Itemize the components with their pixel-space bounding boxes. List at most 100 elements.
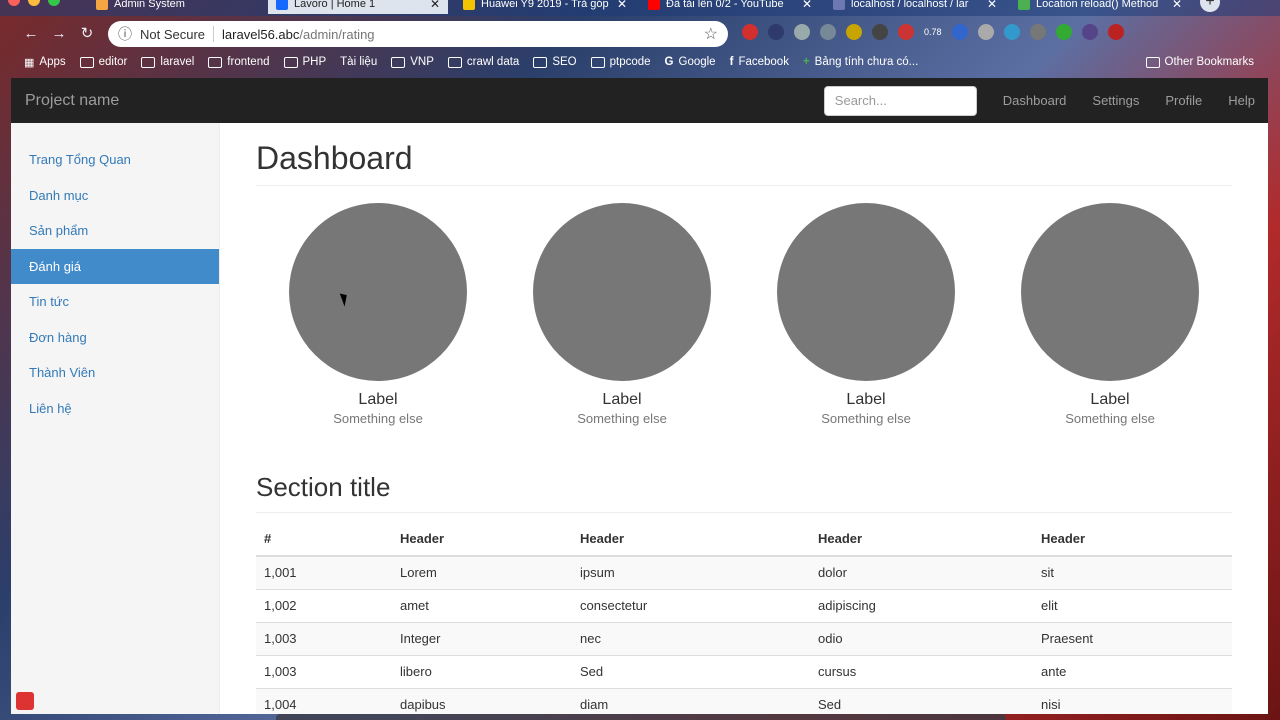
tab-title: Lavoro | Home 1 — [294, 0, 376, 10]
placeholder-card: Label Something else — [744, 203, 988, 426]
bookmark-label: frontend — [227, 56, 270, 68]
table-cell: 1,004 — [256, 687, 392, 714]
table-cell: Praesent — [1033, 621, 1232, 655]
search-input[interactable] — [823, 85, 977, 116]
sidebar-item-members[interactable]: Thành Viên — [11, 355, 219, 391]
nav-link-profile[interactable]: Profile — [1152, 78, 1215, 123]
bookmark-label: SEO — [552, 56, 577, 68]
tab-title: Huawei Y9 2019 - Trả góp — [481, 0, 609, 10]
nav-link-settings[interactable]: Settings — [1079, 78, 1152, 123]
minimize-window-icon[interactable] — [28, 0, 40, 6]
bookmark-folder[interactable]: crawl data — [447, 56, 519, 68]
close-tab-icon[interactable]: ✕ — [617, 0, 627, 11]
other-bookmarks[interactable]: Other Bookmarks — [1145, 56, 1254, 68]
table-cell: nec — [572, 621, 810, 655]
sidebar-item-orders[interactable]: Đơn hàng — [11, 320, 219, 356]
bookmark-label: Tài liệu — [340, 56, 378, 68]
table-cell: diam — [572, 687, 810, 714]
extension-icon[interactable] — [951, 24, 968, 40]
sidebar-item-overview[interactable]: Trang Tổng Quan — [11, 142, 219, 178]
browser-tab[interactable]: Admin System — [88, 0, 263, 14]
security-label: Not Secure — [140, 26, 206, 42]
sidebar-item-ratings[interactable]: Đánh giá — [11, 248, 219, 284]
placeholder-label: Label — [1090, 391, 1130, 408]
bookmark-star-icon[interactable]: ☆ — [704, 24, 718, 44]
placeholder-label: Label — [602, 391, 642, 408]
back-arrow-icon[interactable]: ← — [17, 25, 45, 42]
forward-arrow-icon[interactable]: → — [45, 25, 73, 42]
bookmark-sheets[interactable]: + Bảng tính chưa có... — [803, 56, 918, 68]
table-header: Header — [1033, 523, 1232, 557]
bookmark-folder[interactable]: editor — [79, 56, 127, 68]
close-tab-icon[interactable]: ✕ — [430, 0, 440, 11]
browser-tab[interactable]: Huawei Y9 2019 - Trả góp ✕ — [455, 0, 635, 14]
sidebar-item-products[interactable]: Sản phẩm — [11, 213, 219, 249]
web-page: Project name Dashboard Settings Profile … — [11, 78, 1268, 714]
extension-icon[interactable] — [820, 24, 836, 40]
bookmark-folder[interactable]: laravel — [141, 56, 194, 68]
tab-favicon-icon — [463, 0, 475, 10]
new-tab-button[interactable]: + — [1200, 0, 1220, 12]
bookmark-folder[interactable]: PHP — [283, 56, 327, 68]
table-cell: Integer — [392, 621, 572, 655]
maximize-window-icon[interactable] — [48, 0, 60, 6]
nav-link-dashboard[interactable]: Dashboard — [990, 78, 1080, 123]
extension-icon[interactable] — [872, 24, 888, 40]
taskbar-app-icon[interactable] — [16, 692, 34, 710]
placeholder-sub: Something else — [1065, 411, 1155, 426]
tab-title: Location reload() Method — [1036, 0, 1159, 10]
placeholder-image — [1021, 203, 1199, 381]
close-window-icon[interactable] — [8, 0, 20, 6]
brand[interactable]: Project name — [11, 92, 119, 110]
bookmark-folder[interactable]: SEO — [533, 56, 577, 68]
extension-icon[interactable] — [1081, 24, 1098, 40]
bookmark-google[interactable]: G Google — [665, 56, 716, 68]
table-cell: Sed — [810, 687, 1033, 714]
close-tab-icon[interactable]: ✕ — [802, 0, 812, 11]
close-tab-icon[interactable]: ✕ — [987, 0, 997, 11]
table-row: 1,003 Integer nec odio Praesent — [256, 621, 1232, 655]
extension-icon[interactable] — [1107, 24, 1124, 40]
table-cell: odio — [810, 621, 1033, 655]
browser-tab-bar: Admin System Lavoro | Home 1 ✕ Huawei Y9… — [0, 0, 1280, 16]
folder-icon — [79, 56, 94, 68]
extension-icon[interactable] — [846, 24, 862, 40]
extension-icon[interactable] — [1029, 24, 1046, 40]
browser-tab[interactable]: localhost / localhost / lar ✕ — [825, 0, 1005, 14]
sidebar-item-news[interactable]: Tin tức — [11, 284, 219, 320]
sidebar-item-categories[interactable]: Danh mục — [11, 178, 219, 214]
nav-link-help[interactable]: Help — [1215, 78, 1268, 123]
page-title: Dashboard — [256, 123, 1232, 186]
bookmark-label: Apps — [39, 56, 66, 68]
browser-tab[interactable]: Đã tải lên 0/2 - YouTube ✕ — [640, 0, 820, 14]
bookmark-label: PHP — [302, 56, 327, 68]
bookmark-folder[interactable]: ptpcode — [590, 56, 651, 68]
extension-icon[interactable] — [794, 24, 810, 40]
tab-title: localhost / localhost / lar — [851, 0, 969, 10]
sidebar-item-contact[interactable]: Liên hệ — [11, 391, 219, 427]
bookmark-folder[interactable]: frontend — [208, 56, 270, 68]
table-header-row: # Header Header Header Header — [256, 523, 1232, 557]
extension-icon[interactable] — [742, 24, 758, 40]
extension-icon[interactable] — [1003, 24, 1020, 40]
extension-icon[interactable] — [898, 24, 914, 40]
table-cell: dolor — [810, 555, 1033, 589]
extension-icon[interactable] — [1055, 24, 1072, 40]
browser-tab-active[interactable]: Lavoro | Home 1 ✕ — [268, 0, 448, 14]
close-tab-icon[interactable]: ✕ — [1172, 0, 1182, 11]
table-header: Header — [392, 523, 572, 557]
browser-tab[interactable]: Location reload() Method ✕ — [1010, 0, 1190, 14]
info-icon[interactable]: ⓘ — [118, 24, 132, 44]
bookmark-link[interactable]: Tài liệu — [340, 56, 377, 68]
bookmark-apps[interactable]: ▦ Apps — [24, 56, 66, 69]
bookmark-facebook[interactable]: f Facebook — [730, 56, 789, 68]
table-cell: 1,002 — [256, 588, 392, 622]
extension-icon[interactable] — [768, 24, 784, 40]
extension-icon[interactable] — [977, 24, 994, 40]
table-header: # — [256, 523, 392, 557]
reload-icon[interactable]: ↻ — [73, 24, 101, 42]
address-bar[interactable]: ⓘ Not Secure laravel56.abc /admin/rating… — [108, 21, 728, 47]
bookmark-folder[interactable]: VNP — [391, 56, 434, 68]
tab-favicon-icon — [96, 0, 108, 10]
section-title: Section title — [256, 472, 1232, 513]
